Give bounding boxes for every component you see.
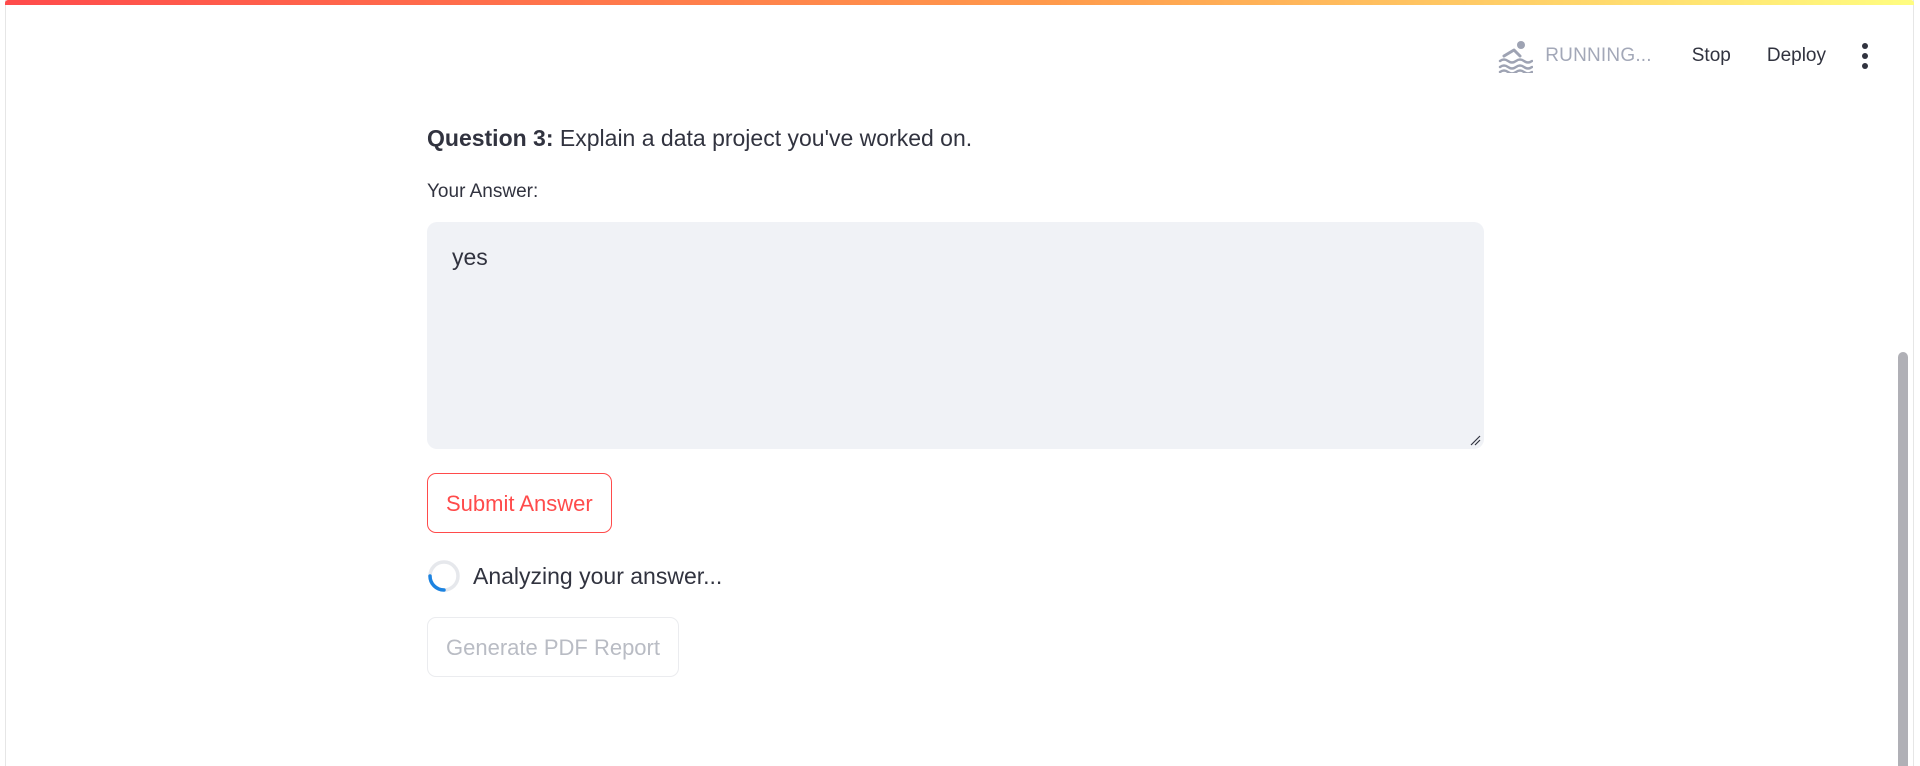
vertical-dots-icon (1862, 53, 1868, 59)
answer-value: yes (452, 244, 488, 270)
main-content: Question 3: Explain a data project you'v… (427, 118, 1485, 677)
top-decoration-bar (5, 0, 1914, 5)
swimmer-icon (1499, 41, 1534, 73)
analyzing-spinner: Analyzing your answer... (427, 559, 1485, 593)
resize-grip-icon[interactable] (1469, 434, 1481, 446)
answer-label: Your Answer: (427, 181, 539, 202)
question-body: Explain a data project you've worked on. (553, 125, 973, 151)
submit-answer-button[interactable]: Submit Answer (427, 473, 612, 533)
stop-button[interactable]: Stop (1674, 39, 1749, 73)
main-menu-button[interactable] (1850, 36, 1880, 76)
vertical-dots-icon (1862, 43, 1868, 49)
spinner-icon (428, 560, 460, 592)
deploy-button[interactable]: Deploy (1749, 39, 1844, 73)
question-text: Question 3: Explain a data project you'v… (427, 118, 1485, 158)
generate-pdf-button[interactable]: Generate PDF Report (427, 617, 679, 677)
scrollbar-thumb[interactable] (1898, 352, 1908, 766)
question-number: Question 3: (427, 125, 554, 151)
answer-textarea[interactable]: yes (427, 222, 1484, 449)
vertical-dots-icon (1862, 63, 1868, 69)
spinner-text: Analyzing your answer... (473, 562, 723, 589)
running-status-text: RUNNING... (1545, 45, 1652, 66)
app-header: RUNNING... Stop Deploy (1497, 36, 1880, 76)
running-status: RUNNING... (1497, 39, 1652, 73)
